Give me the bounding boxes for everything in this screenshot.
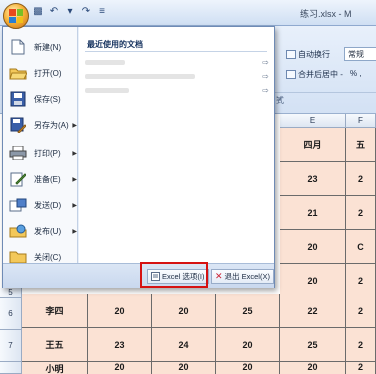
recent-document-item[interactable]: ⇨ xyxy=(85,69,271,83)
table-cell[interactable]: 20 xyxy=(280,230,346,264)
recent-documents-title: 最近使用的文档 xyxy=(87,40,143,49)
exit-icon: ✕ xyxy=(215,271,223,281)
recent-documents-panel: 最近使用的文档 ⇨ ⇨ ⇨ xyxy=(79,27,274,263)
pin-icon[interactable]: ⇨ xyxy=(262,86,269,95)
table-cell[interactable]: 小明 xyxy=(22,362,88,374)
customize-qat-icon[interactable]: ≡ xyxy=(96,6,108,18)
save-icon[interactable]: ▩ xyxy=(32,6,44,18)
submenu-arrow-icon: ▶ xyxy=(72,150,77,157)
row-header-7[interactable]: 7 xyxy=(0,330,22,362)
window-title: 练习.xlsx - M xyxy=(300,9,352,19)
pin-icon[interactable]: ⇨ xyxy=(262,72,269,81)
table-cell[interactable]: 25 xyxy=(216,294,280,328)
divider xyxy=(85,51,267,52)
table-cell[interactable]: 23 xyxy=(88,328,152,362)
recent-document-name xyxy=(85,73,195,79)
table-cell[interactable]: 25 xyxy=(280,328,346,362)
table-cell[interactable]: 20 xyxy=(280,264,346,298)
cell-header-may[interactable]: 五 xyxy=(346,128,376,162)
table-cell[interactable]: 2 xyxy=(346,162,376,196)
cell-header-april[interactable]: 四月 xyxy=(280,128,346,162)
office-menu: 新建(N) 打开(O) 保存(S) 另存为(A) ▶ 打印(P) ▶ 准备(E)… xyxy=(2,26,275,288)
table-cell[interactable]: 20 xyxy=(152,294,216,328)
table-cell[interactable]: 20 xyxy=(280,362,346,374)
submenu-arrow-icon: ▶ xyxy=(72,228,77,235)
menu-item-send[interactable]: 发送(D) ▶ xyxy=(5,193,77,217)
wrap-text-button[interactable]: 自动换行 xyxy=(286,49,330,60)
table-cell[interactable]: 20 xyxy=(88,362,152,374)
row-header-8[interactable] xyxy=(0,362,22,374)
table-cell[interactable]: 李四 xyxy=(22,294,88,328)
column-header-e[interactable]: E xyxy=(280,114,346,128)
prepare-icon xyxy=(9,170,27,188)
menu-item-prepare[interactable]: 准备(E) ▶ xyxy=(5,167,77,191)
office-menu-commands: 新建(N) 打开(O) 保存(S) 另存为(A) ▶ 打印(P) ▶ 准备(E)… xyxy=(3,27,78,264)
table-cell[interactable]: 2 xyxy=(346,328,376,362)
pin-icon[interactable]: ⇨ xyxy=(262,58,269,67)
table-cell[interactable]: 20 xyxy=(216,328,280,362)
wrap-text-icon xyxy=(286,50,296,59)
recent-document-item[interactable]: ⇨ xyxy=(85,55,271,69)
table-cell[interactable]: 20 xyxy=(88,294,152,328)
printer-icon xyxy=(9,144,27,162)
quick-access-toolbar: ▩ ↶ ▾ ↷ ≡ xyxy=(32,6,108,18)
table-cell[interactable]: 2 xyxy=(346,196,376,230)
recent-document-name xyxy=(85,59,125,65)
number-format-select[interactable]: 常规 xyxy=(344,47,376,61)
menu-item-print[interactable]: 打印(P) ▶ xyxy=(5,141,77,165)
table-cell[interactable]: 2 xyxy=(346,362,376,374)
office-logo-icon xyxy=(9,9,23,23)
dialog-launcher-icon[interactable]: ⇲ xyxy=(276,95,282,103)
annotation-highlight-box xyxy=(140,262,208,288)
percent-style-button[interactable]: % , xyxy=(350,69,362,78)
table-cell[interactable]: 21 xyxy=(280,196,346,230)
table-cell[interactable]: 22 xyxy=(280,294,346,328)
row-header-6[interactable]: 6 xyxy=(0,298,22,330)
merge-center-button[interactable]: 合并后居中 - xyxy=(286,69,343,80)
alignment-group-footer: 式 ⇲ xyxy=(270,92,376,106)
menu-item-save-as[interactable]: 另存为(A) ▶ xyxy=(5,113,77,137)
dropdown-icon[interactable]: ▾ xyxy=(64,6,76,18)
publish-icon xyxy=(9,222,27,240)
merge-center-icon xyxy=(286,70,296,79)
new-document-icon xyxy=(9,38,27,56)
table-cell[interactable]: 2 xyxy=(346,294,376,328)
submenu-arrow-icon: ▶ xyxy=(72,122,77,129)
row-header-5[interactable]: 5 xyxy=(0,288,22,298)
save-as-icon xyxy=(9,116,27,134)
column-header-f[interactable]: F xyxy=(346,114,376,128)
send-icon xyxy=(9,196,27,214)
menu-item-new[interactable]: 新建(N) xyxy=(5,35,77,59)
open-folder-icon xyxy=(9,64,27,82)
menu-item-save[interactable]: 保存(S) xyxy=(5,87,77,111)
submenu-arrow-icon: ▶ xyxy=(72,202,77,209)
menu-item-publish[interactable]: 发布(U) ▶ xyxy=(5,219,77,243)
submenu-arrow-icon: ▶ xyxy=(72,176,77,183)
table-cell[interactable]: 20 xyxy=(152,362,216,374)
exit-excel-button[interactable]: ✕ 退出 Excel(X) xyxy=(211,269,274,284)
table-cell[interactable]: 王五 xyxy=(22,328,88,362)
undo-icon[interactable]: ↶ xyxy=(48,6,60,18)
recent-document-item[interactable]: ⇨ xyxy=(85,83,271,97)
table-cell[interactable]: 2 xyxy=(346,264,376,298)
menu-item-open[interactable]: 打开(O) xyxy=(5,61,77,85)
table-cell[interactable]: 24 xyxy=(152,328,216,362)
save-disk-icon xyxy=(9,90,27,108)
office-menu-footer: Excel 选项(I) ✕ 退出 Excel(X) xyxy=(3,263,274,288)
table-cell[interactable]: 23 xyxy=(280,162,346,196)
office-button[interactable] xyxy=(3,3,29,29)
table-cell[interactable]: 20 xyxy=(216,362,280,374)
recent-document-name xyxy=(85,87,129,93)
table-cell[interactable]: C xyxy=(346,230,376,264)
redo-icon[interactable]: ↷ xyxy=(80,6,92,18)
title-bar: ▩ ↶ ▾ ↷ ≡ 练习.xlsx - M xyxy=(0,0,376,26)
